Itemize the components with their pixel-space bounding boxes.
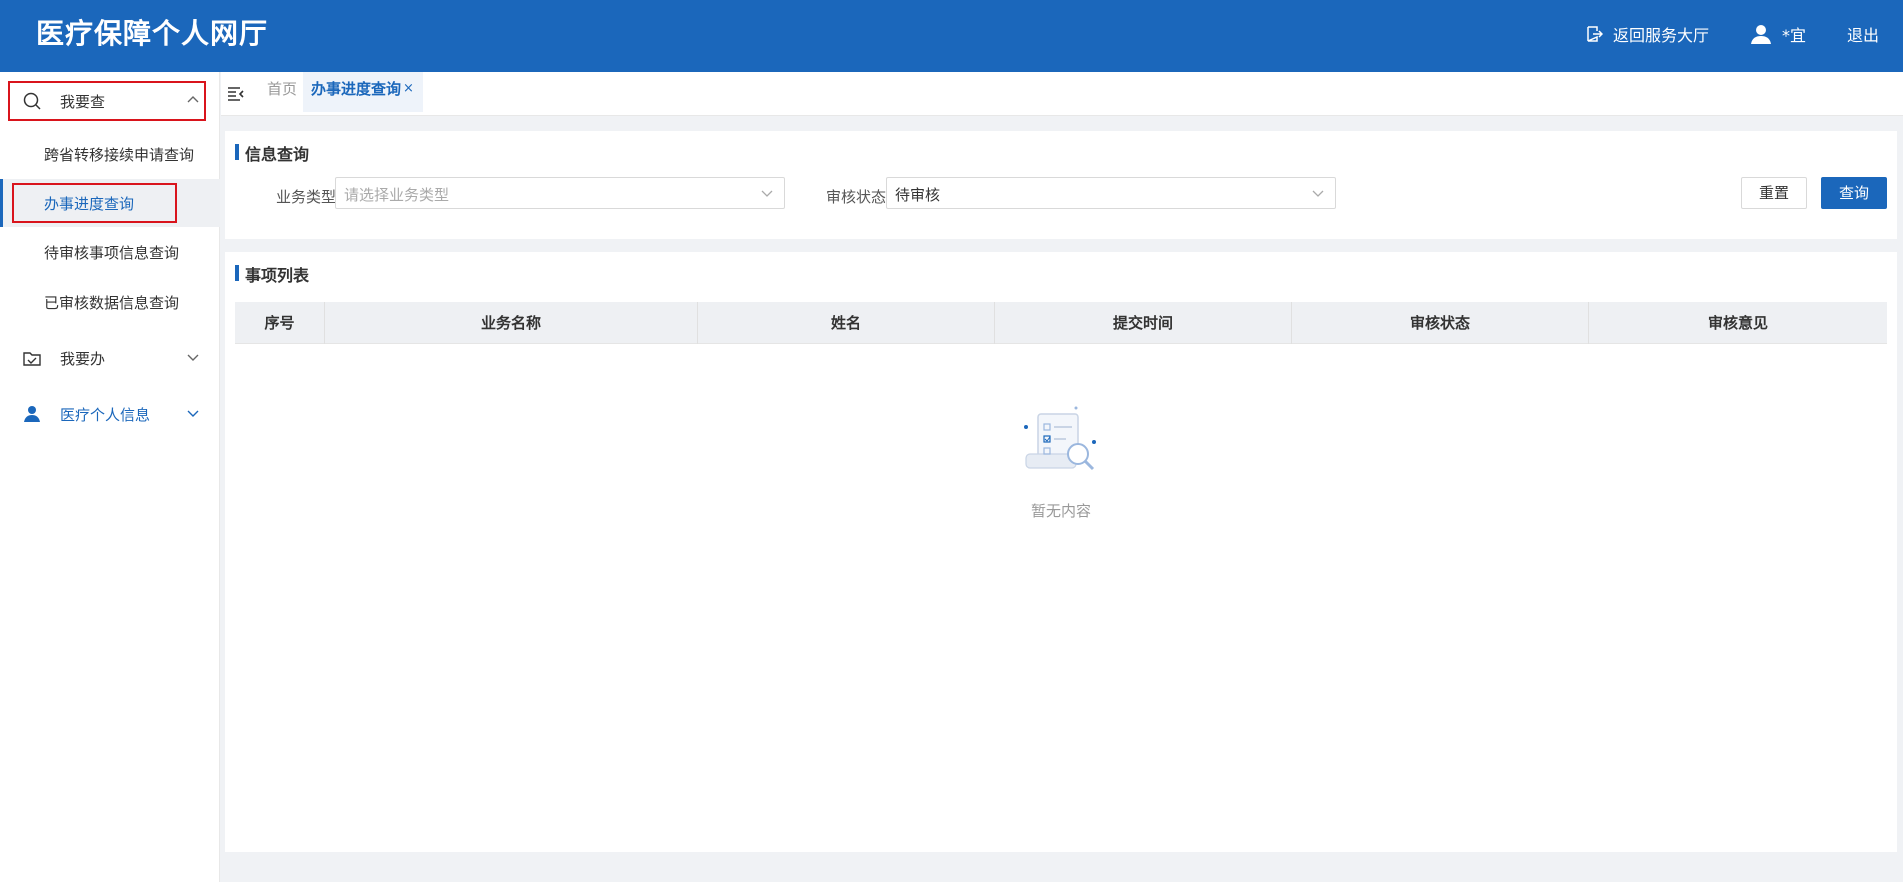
empty-document-search-icon: [1024, 406, 1096, 471]
collapse-menu-icon[interactable]: [227, 85, 245, 103]
logout-label: 退出: [1847, 26, 1880, 45]
biz-type-label: 业务类型: [276, 188, 337, 206]
menu-group-personal-info[interactable]: 医疗个人信息: [0, 390, 220, 438]
search-button[interactable]: 查询: [1821, 177, 1887, 209]
exit-door-icon: [1587, 26, 1603, 42]
sidebar-item-label: 待审核事项信息查询: [44, 244, 180, 262]
review-status-select[interactable]: 待审核: [886, 177, 1336, 209]
list-panel-title: 事项列表: [235, 262, 309, 286]
sidebar-item-reviewed-data[interactable]: 已审核数据信息查询: [0, 278, 220, 326]
column-header-review-opinion: 审核意见: [1707, 314, 1768, 332]
query-panel-title: 信息查询: [235, 141, 309, 165]
column-header-index: 序号: [235, 302, 325, 344]
folder-check-icon: [23, 352, 41, 366]
close-icon[interactable]: ×: [403, 72, 414, 106]
column-header-review-status: 审核状态: [1292, 302, 1589, 344]
query-panel: 信息查询 业务类型 请选择业务类型 审核状态 待审核 重置 查询: [225, 131, 1897, 239]
sidebar: 我要查 跨省转移接续申请查询 办事进度查询 待审核事项信息查询 已审核数据信息查…: [0, 72, 220, 882]
logout-link[interactable]: 退出: [1847, 22, 1879, 46]
sidebar-item-pending-review[interactable]: 待审核事项信息查询: [0, 228, 220, 276]
chevron-down-icon: [1312, 190, 1324, 197]
review-status-label: 审核状态: [826, 188, 887, 206]
sidebar-item-cross-province-transfer[interactable]: 跨省转移接续申请查询: [0, 130, 220, 178]
sidebar-item-label: 跨省转移接续申请查询: [44, 146, 195, 164]
review-status-value: 待审核: [895, 186, 941, 204]
menu-group-handle[interactable]: 我要办: [0, 334, 220, 382]
list-panel: 事项列表 序号 业务名称 姓名 提交时间 审核状态 审核意见 暂无内容: [225, 252, 1897, 852]
person-icon: [24, 406, 40, 422]
biz-type-placeholder: 请选择业务类型: [344, 186, 450, 204]
chevron-down-icon: [187, 410, 199, 417]
menu-group-personal-info-label: 医疗个人信息: [60, 406, 151, 424]
empty-state-text: 暂无内容: [1030, 502, 1091, 520]
app-header: 医疗保障个人网厅 返回服务大厅 *宜 退出: [0, 0, 1903, 72]
menu-group-handle-label: 我要办: [60, 350, 106, 368]
back-to-hall-label: 返回服务大厅: [1613, 26, 1710, 45]
column-header-submit-time: 提交时间: [995, 302, 1292, 344]
app-title: 医疗保障个人网厅: [36, 17, 269, 50]
user-menu[interactable]: *宜: [1750, 22, 1806, 46]
chevron-down-icon: [187, 354, 199, 361]
highlight-box-query-group: [8, 81, 206, 121]
column-header-name: 姓名: [698, 302, 995, 344]
back-to-hall-link[interactable]: 返回服务大厅: [1585, 22, 1709, 46]
empty-state: 暂无内容: [225, 402, 1897, 521]
chevron-down-icon: [761, 190, 773, 197]
reset-button[interactable]: 重置: [1741, 177, 1807, 209]
tab-progress-query[interactable]: 办事进度查询 ×: [303, 72, 423, 112]
user-icon: [1751, 25, 1771, 44]
tab-progress-query-label: 办事进度查询: [311, 80, 402, 98]
sidebar-item-label: 已审核数据信息查询: [44, 294, 180, 312]
user-name: *宜: [1782, 26, 1807, 45]
highlight-box-progress-query: [12, 183, 177, 223]
table-header: 序号 业务名称 姓名 提交时间 审核状态 审核意见: [235, 302, 1887, 344]
biz-type-select[interactable]: 请选择业务类型: [335, 177, 785, 209]
column-header-biz-name: 业务名称: [325, 302, 698, 344]
tab-bar: 首页 办事进度查询 ×: [221, 72, 1903, 116]
tab-home[interactable]: 首页: [267, 72, 297, 112]
